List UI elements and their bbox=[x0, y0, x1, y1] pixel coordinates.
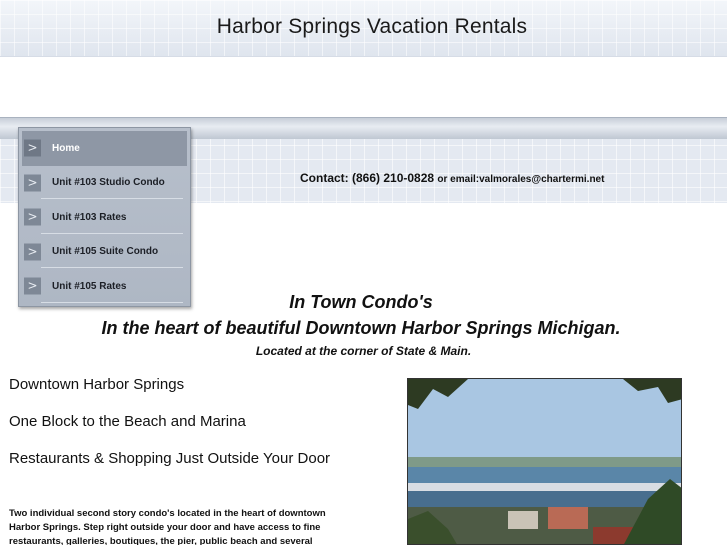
chevron-right-icon: > bbox=[24, 208, 41, 226]
description-text: Two individual second story condo's loca… bbox=[9, 508, 326, 545]
contact-email[interactable]: or email:valmorales@chartermi.net bbox=[437, 174, 604, 185]
site-title: Harbor Springs Vacation Rentals bbox=[216, 15, 528, 38]
contact-info: Contact: (866) 210-0828 or email:valmora… bbox=[300, 171, 604, 185]
menu-item-label: Unit #103 Rates bbox=[52, 211, 127, 223]
menu-item-unit-103-studio[interactable]: > Unit #103 Studio Condo bbox=[19, 166, 190, 201]
harbor-photo bbox=[407, 378, 682, 545]
chevron-right-icon: > bbox=[24, 174, 41, 192]
chevron-right-icon: > bbox=[24, 243, 41, 261]
feature-restaurants: Restaurants & Shopping Just Outside Your… bbox=[9, 450, 331, 467]
chevron-right-icon: > bbox=[24, 139, 41, 157]
menu-item-label: Unit #105 Rates bbox=[52, 280, 127, 292]
intro-location: Located at the corner of State & Main. bbox=[255, 344, 472, 358]
main-menu: > Home > Unit #103 Studio Condo > Unit #… bbox=[18, 127, 191, 307]
intro-title: In Town Condo's bbox=[289, 292, 433, 312]
menu-divider bbox=[41, 198, 183, 199]
menu-item-home[interactable]: > Home bbox=[22, 131, 187, 166]
menu-item-label: Unit #105 Suite Condo bbox=[52, 246, 159, 258]
harbor-photo-illustration bbox=[408, 379, 681, 544]
menu-item-label: Unit #103 Studio Condo bbox=[52, 177, 165, 189]
intro-subtitle: In the heart of beautiful Downtown Harbo… bbox=[101, 318, 621, 338]
menu-item-unit-103-rates[interactable]: > Unit #103 Rates bbox=[19, 200, 190, 235]
menu-divider bbox=[41, 267, 183, 268]
menu-item-label: Home bbox=[52, 142, 80, 154]
contact-phone: Contact: (866) 210-0828 bbox=[300, 171, 435, 185]
feature-downtown: Downtown Harbor Springs bbox=[9, 376, 185, 393]
menu-item-unit-105-suite[interactable]: > Unit #105 Suite Condo bbox=[19, 235, 190, 270]
feature-beach: One Block to the Beach and Marina bbox=[9, 413, 246, 430]
menu-divider bbox=[41, 232, 183, 234]
